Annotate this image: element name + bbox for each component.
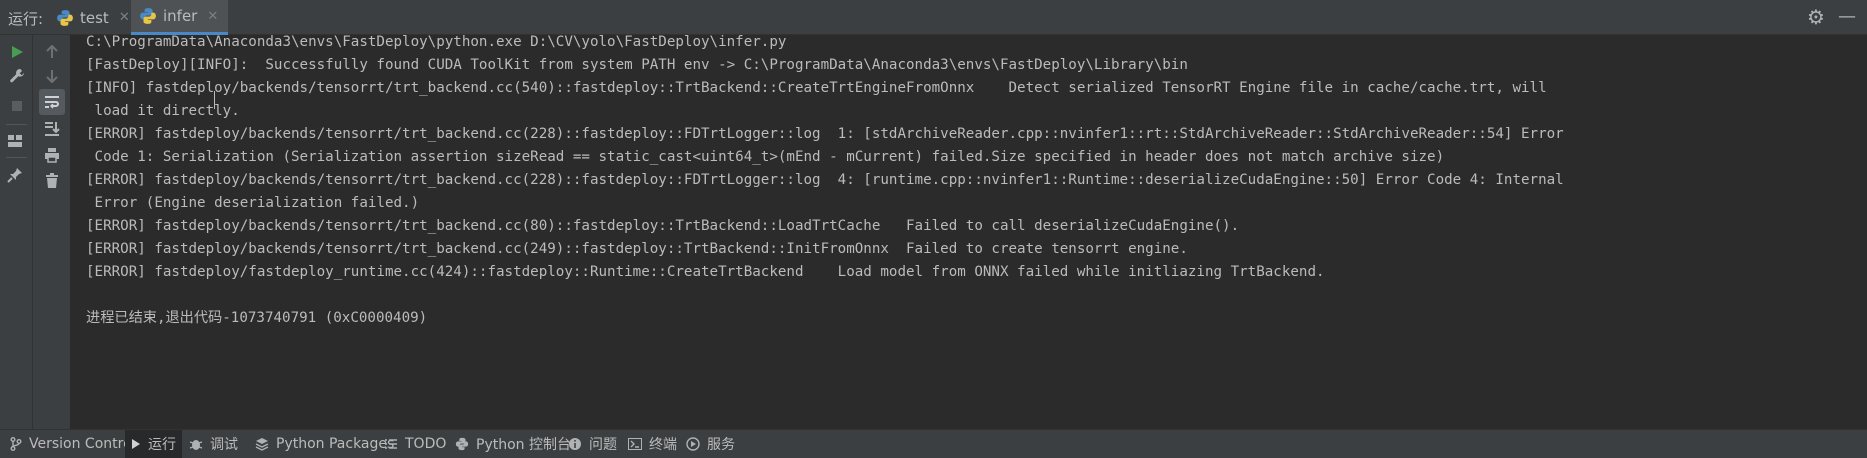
bottom-tab-label: TODO [405, 436, 447, 452]
run-tool-window-header: 运行: test ✕ infer ✕ ⚙ — [0, 0, 1867, 35]
console-line: C:\ProgramData\Anaconda3\envs\FastDeploy… [86, 34, 787, 50]
console-line: [FastDeploy][INFO]: Successfully found C… [86, 57, 1188, 73]
bottom-tab-terminal[interactable]: 终端 [622, 430, 683, 458]
console-toolbar [33, 35, 71, 429]
console-line: [ERROR] fastdeploy/fastdeploy_runtime.cc… [86, 264, 1325, 280]
run-label: 运行: [8, 10, 44, 28]
bottom-tab-todo[interactable]: TODO [378, 430, 452, 458]
bottom-tab-problems[interactable]: 问题 [562, 430, 623, 458]
gear-icon[interactable]: ⚙ [1805, 6, 1827, 28]
trash-icon[interactable] [40, 169, 64, 193]
tab-infer[interactable]: infer ✕ [131, 0, 229, 35]
arrow-up-icon[interactable] [40, 40, 64, 64]
bottom-tab-label: Version Control [29, 436, 136, 452]
text-caret [214, 91, 215, 109]
minimize-icon[interactable]: — [1837, 8, 1857, 28]
python-icon [140, 8, 156, 24]
tab-label: test [80, 8, 109, 27]
console-line: [ERROR] fastdeploy/backends/tensorrt/trt… [86, 126, 1564, 142]
soft-wrap-icon[interactable] [39, 89, 65, 115]
pin-icon[interactable] [3, 163, 27, 187]
vcs-branch-icon [10, 437, 22, 451]
console-line: [ERROR] fastdeploy/backends/tensorrt/trt… [86, 218, 1240, 234]
bottom-tab-label: 终端 [649, 437, 677, 453]
tab-test[interactable]: test ✕ [50, 0, 140, 35]
console-line: 进程已结束,退出代码-1073740791 (0xC0000409) [86, 310, 428, 326]
stop-icon[interactable] [5, 94, 29, 118]
run-icon[interactable] [5, 40, 29, 64]
python-icon [57, 9, 73, 26]
bottom-tab-python-console[interactable]: Python 控制台 [449, 430, 577, 458]
bottom-tab-label: 问题 [589, 437, 617, 453]
wrench-icon[interactable] [5, 64, 29, 88]
bottom-tab-label: 服务 [707, 437, 735, 453]
print-icon[interactable] [40, 143, 64, 167]
bottom-tab-version-control[interactable]: Version Control [4, 430, 142, 458]
bottom-tab-debug[interactable]: 调试 [183, 430, 244, 458]
run-toolbar [0, 35, 33, 429]
console-line: Error (Engine deserialization failed.) [86, 195, 420, 211]
terminal-icon [628, 438, 642, 450]
tool-window-bar: Version Control 运行 调试 Python Packages TO… [0, 429, 1867, 458]
python-console-icon [455, 437, 469, 451]
console-line: Code 1: Serialization (Serialization ass… [86, 149, 1445, 165]
console-line: [ERROR] fastdeploy/backends/tensorrt/trt… [86, 172, 1564, 188]
bottom-tab-services[interactable]: 服务 [680, 430, 741, 458]
packages-layers-icon [255, 437, 269, 451]
bottom-tab-label: 运行 [148, 437, 176, 453]
arrow-down-icon[interactable] [40, 64, 64, 88]
console-line: [ERROR] fastdeploy/backends/tensorrt/trt… [86, 241, 1188, 257]
todo-list-icon [384, 438, 398, 450]
debug-bug-icon [189, 437, 203, 451]
bottom-tab-label: 调试 [210, 437, 238, 453]
scroll-to-end-icon[interactable] [40, 117, 64, 141]
bottom-tab-label: Python Packages [276, 436, 395, 452]
services-icon [686, 437, 700, 451]
console-line: [INFO] fastdeploy/backends/tensorrt/trt_… [86, 80, 1547, 96]
tab-label: infer [163, 7, 198, 25]
console-output[interactable]: C:\ProgramData\Anaconda3\envs\FastDeploy… [71, 34, 1867, 429]
problems-info-icon [568, 437, 582, 451]
bottom-tab-label: Python 控制台 [476, 437, 571, 453]
bottom-tab-run[interactable]: 运行 [125, 430, 182, 458]
vertical-scrollbar[interactable] [1859, 35, 1867, 429]
close-icon[interactable]: ✕ [207, 9, 218, 24]
run-play-icon [131, 438, 141, 450]
layout-icon[interactable] [3, 129, 27, 153]
close-icon[interactable]: ✕ [119, 10, 130, 25]
console-line: load it directly. [86, 103, 240, 119]
